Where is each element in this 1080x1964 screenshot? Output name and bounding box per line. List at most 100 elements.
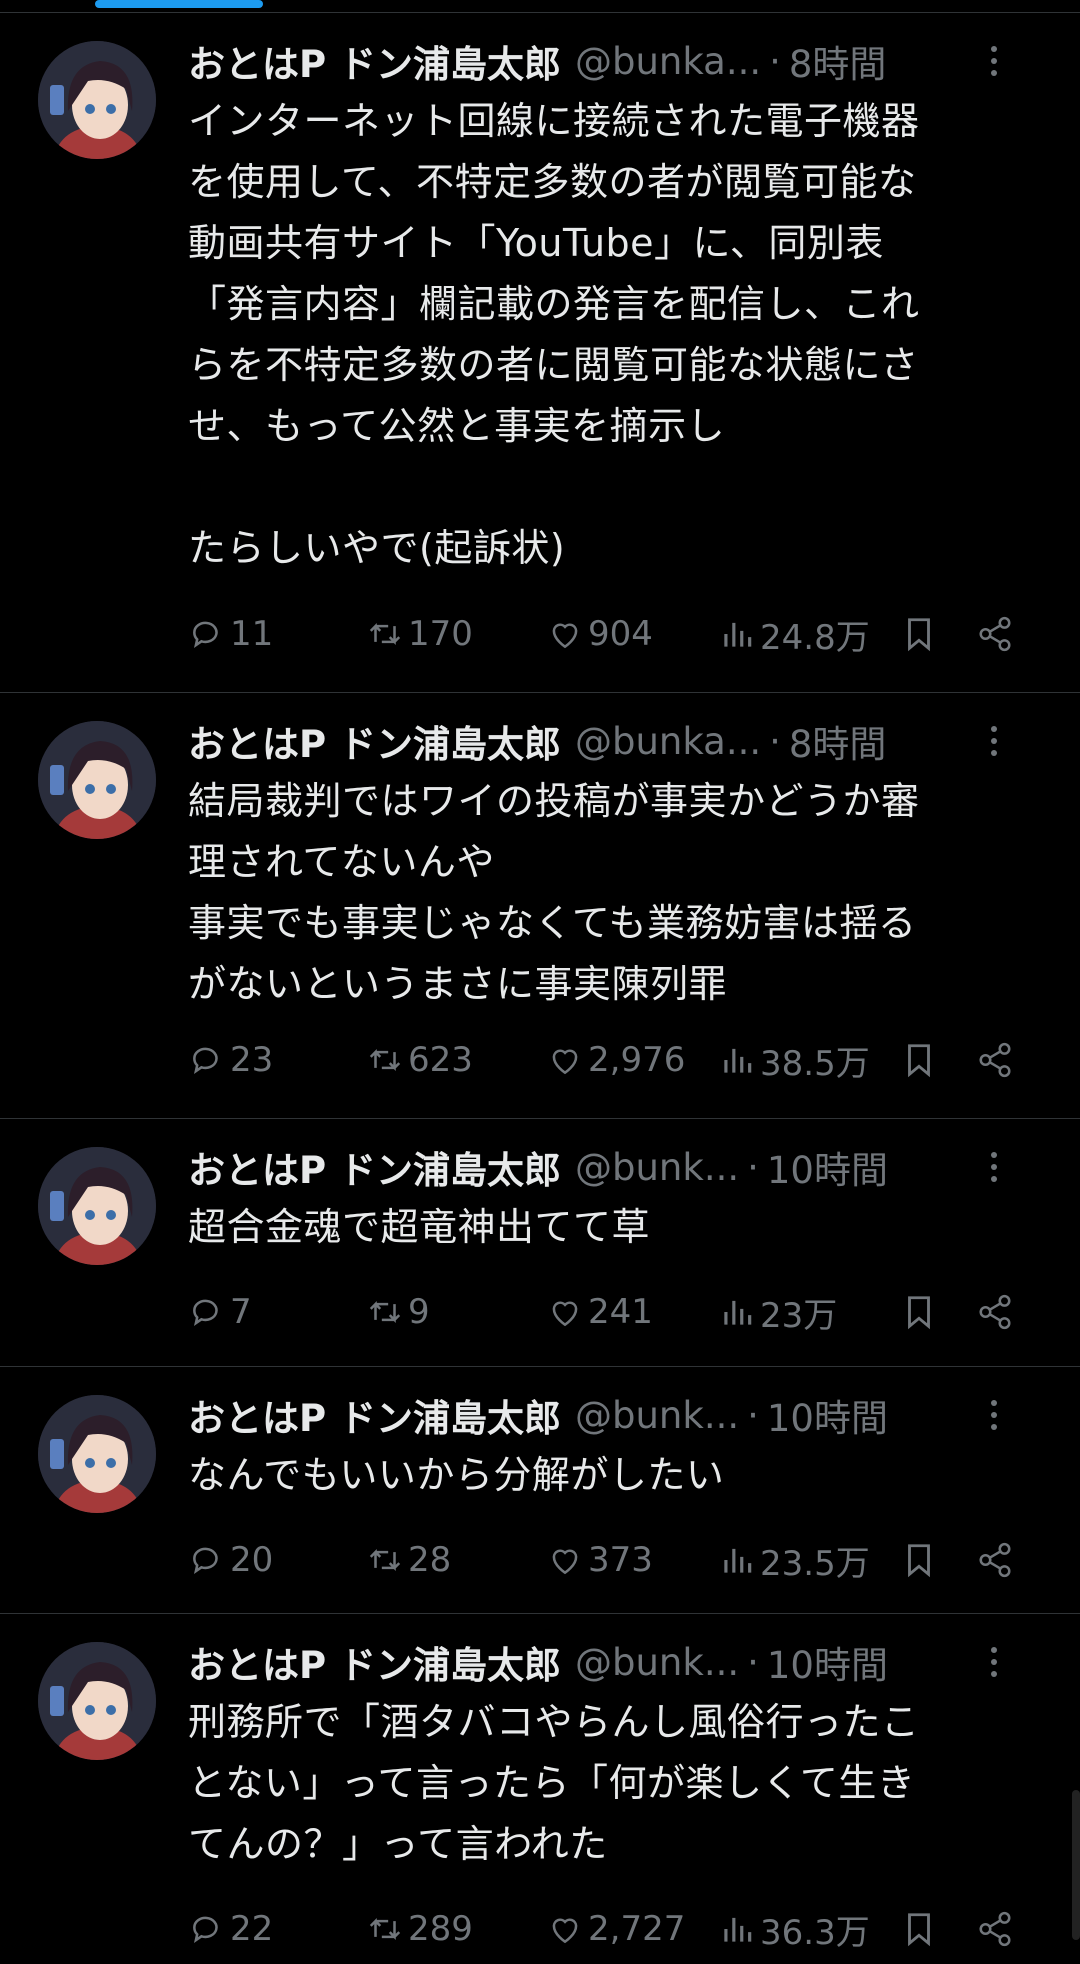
reply-icon [193,1047,218,1074]
views-icon [724,1548,752,1573]
tweet[interactable]: おとはP ドン浦島太郎 @bunk... · 10時間 刑務所で「酒タバコやらん… [0,1614,1080,1964]
share-button[interactable] [976,1904,1018,1954]
author-name[interactable]: おとはP ドン浦島太郎 [188,1140,561,1194]
avatar[interactable] [38,721,156,839]
separator-dot: · [769,39,781,83]
like-icon [552,1549,578,1575]
retweet-button[interactable]: 9 [366,1287,430,1337]
avatar[interactable] [38,1147,156,1265]
view-count: 36.3万 [760,1912,870,1953]
view-count: 38.5万 [760,1043,870,1084]
reply-button[interactable]: 11 [188,609,273,659]
views-button[interactable]: 23万 [718,1287,837,1337]
retweet-count: 170 [408,614,473,654]
reply-count: 23 [230,1040,274,1080]
retweet-icon [369,1301,401,1323]
author-name[interactable]: おとはP ドン浦島太郎 [188,34,561,88]
reply-icon [193,1547,218,1574]
like-count: 2,976 [588,1040,686,1080]
share-button[interactable] [976,1287,1018,1337]
timestamp[interactable]: 8時間 [789,34,887,88]
more-icon[interactable] [974,1393,1014,1437]
tweet[interactable]: おとはP ドン浦島太郎 @bunk... · 10時間 超合金魂で超竜神出てて草… [0,1119,1080,1367]
tweet[interactable]: おとはP ドン浦島太郎 @bunka... · 8時間 結局裁判ではワイの投稿が… [0,693,1080,1119]
share-icon [979,1911,1011,1947]
like-icon [552,623,578,649]
views-button[interactable]: 36.3万 [718,1904,870,1954]
tweet[interactable]: おとはP ドン浦島太郎 @bunk... · 10時間 なんでもいいから分解がし… [0,1367,1080,1614]
timestamp[interactable]: 8時間 [789,714,887,768]
share-icon [979,616,1011,652]
author-name[interactable]: おとはP ドン浦島太郎 [188,714,561,768]
views-icon [724,1917,752,1942]
views-button[interactable]: 38.5万 [718,1035,870,1085]
retweet-button[interactable]: 170 [366,609,473,659]
tweet-header: おとはP ドン浦島太郎 @bunk... · 10時間 [188,1385,1008,1445]
reply-button[interactable]: 20 [188,1535,273,1585]
share-icon [979,1294,1011,1330]
action-bar: 20 28 373 23.5万 [188,1535,1028,1585]
retweet-count: 623 [408,1040,473,1080]
share-button[interactable] [976,1535,1018,1585]
more-icon[interactable] [974,1640,1014,1684]
reply-button[interactable]: 23 [188,1035,273,1085]
like-icon [552,1918,578,1944]
like-count: 241 [588,1292,653,1332]
bookmark-button[interactable] [900,1287,942,1337]
author-handle[interactable]: @bunk... [575,1641,739,1684]
action-bar: 11 170 904 24.8万 [188,609,1028,659]
author-handle[interactable]: @bunka... [575,720,761,763]
like-button[interactable]: 373 [546,1535,653,1585]
timestamp[interactable]: 10時間 [767,1388,888,1442]
retweet-button[interactable]: 623 [366,1035,473,1085]
avatar[interactable] [38,41,156,159]
timestamp[interactable]: 10時間 [767,1140,888,1194]
views-icon [724,1048,752,1073]
more-icon[interactable] [974,719,1014,763]
like-count: 2,727 [588,1909,686,1949]
bookmark-button[interactable] [900,1035,942,1085]
bookmark-button[interactable] [900,1535,942,1585]
share-button[interactable] [976,609,1018,659]
more-icon[interactable] [974,1145,1014,1189]
separator-dot: · [769,719,781,763]
author-name[interactable]: おとはP ドン浦島太郎 [188,1635,561,1689]
bookmark-button[interactable] [900,609,942,659]
action-bar: 22 289 2,727 36.3万 [188,1904,1028,1954]
retweet-icon [369,1549,401,1571]
views-icon [724,622,752,647]
reply-icon [193,621,218,648]
reply-button[interactable]: 22 [188,1904,273,1954]
author-handle[interactable]: @bunk... [575,1146,739,1189]
like-button[interactable]: 2,976 [546,1035,685,1085]
author-name[interactable]: おとはP ドン浦島太郎 [188,1388,561,1442]
more-icon[interactable] [974,39,1014,83]
tweet[interactable]: おとはP ドン浦島太郎 @bunka... · 8時間 インターネット回線に接続… [0,13,1080,693]
timestamp[interactable]: 10時間 [767,1635,888,1689]
reply-count: 20 [230,1540,274,1580]
active-tab-indicator [95,0,263,8]
retweet-icon [369,1918,401,1940]
view-count: 24.8万 [760,617,870,658]
reply-button[interactable]: 7 [188,1287,252,1337]
share-button[interactable] [976,1035,1018,1085]
tweet-text: 超合金魂で超竜神出てて草 [188,1205,651,1249]
avatar[interactable] [38,1395,156,1513]
author-handle[interactable]: @bunk... [575,1394,739,1437]
share-icon [979,1542,1011,1578]
like-button[interactable]: 241 [546,1287,653,1337]
scrollbar[interactable] [1072,1790,1080,1940]
retweet-button[interactable]: 28 [366,1535,451,1585]
like-button[interactable]: 904 [546,609,653,659]
author-handle[interactable]: @bunka... [575,40,761,83]
tweet-header: おとはP ドン浦島太郎 @bunk... · 10時間 [188,1137,1008,1197]
views-button[interactable]: 24.8万 [718,609,870,659]
views-button[interactable]: 23.5万 [718,1535,870,1585]
like-button[interactable]: 2,727 [546,1904,685,1954]
bookmark-button[interactable] [900,1904,942,1954]
retweet-count: 28 [408,1540,452,1580]
like-icon [552,1301,578,1327]
retweet-button[interactable]: 289 [366,1904,473,1954]
avatar[interactable] [38,1642,156,1760]
tweet-text: 結局裁判ではワイの投稿が事実かどうか審 理されてないんや 事実でも事実じゃなくて… [188,779,920,1006]
